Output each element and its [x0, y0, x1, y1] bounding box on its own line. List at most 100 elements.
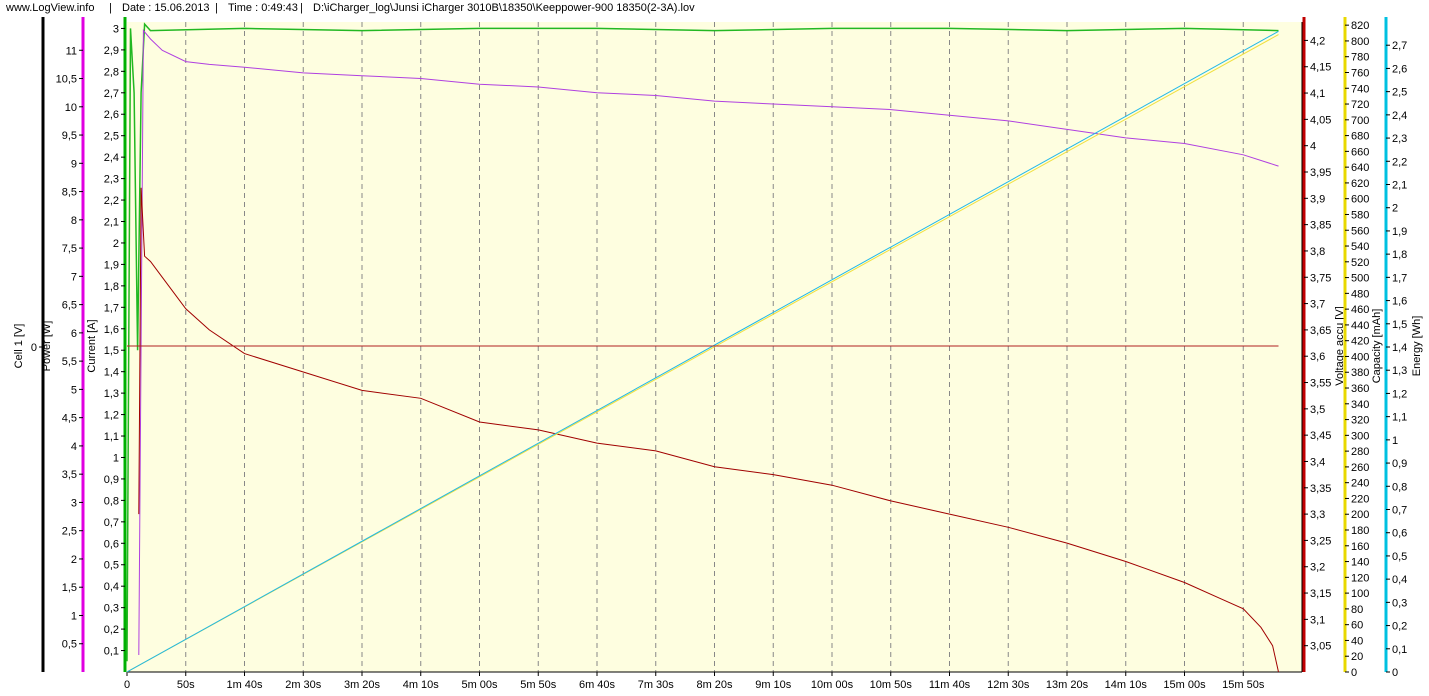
current-tick-label: 1,4 [104, 367, 119, 379]
current-tick-label: 1,3 [104, 388, 119, 400]
capacity-tick-label: 300 [1351, 430, 1369, 442]
voltage-tick-label: 3,95 [1310, 167, 1331, 179]
current-tick-label: 1,2 [104, 410, 119, 422]
voltage-tick-label: 3,5 [1310, 404, 1325, 416]
energy-tick-label: 1,8 [1392, 249, 1407, 261]
x-tick-label: 4m 10s [403, 679, 440, 691]
capacity-tick-label: 660 [1351, 146, 1369, 158]
voltage-tick-label: 3,7 [1310, 299, 1325, 311]
energy-tick-label: 0,4 [1392, 574, 1407, 586]
x-tick-label: 9m 10s [755, 679, 792, 691]
energy-tick-label: 1 [1392, 435, 1398, 447]
voltage-tick-label: 3,1 [1310, 614, 1325, 626]
capacity-tick-label: 720 [1351, 99, 1369, 111]
capacity-tick-label: 620 [1351, 178, 1369, 190]
energy-axis-label: Energy [Wh] [1411, 316, 1423, 377]
voltage-tick-label: 4 [1310, 141, 1316, 153]
capacity-tick-label: 560 [1351, 225, 1369, 237]
current-tick-label: 2,2 [104, 195, 119, 207]
energy-tick-label: 0,1 [1392, 644, 1407, 656]
cell-tick-label: 0 [31, 342, 37, 354]
capacity-tick-label: 120 [1351, 572, 1369, 584]
capacity-tick-label: 820 [1351, 20, 1369, 32]
energy-tick-label: 0,2 [1392, 621, 1407, 633]
energy-tick-label: 2,2 [1392, 156, 1407, 168]
voltage-tick-label: 3,45 [1310, 430, 1331, 442]
power-tick-label: 4 [71, 441, 77, 453]
capacity-tick-label: 460 [1351, 304, 1369, 316]
power-tick-label: 11 [66, 45, 77, 57]
capacity-tick-label: 60 [1351, 620, 1363, 632]
power-tick-label: 8 [71, 215, 77, 227]
capacity-axis-label: Capacity [mAh] [1371, 309, 1383, 384]
voltage-tick-label: 3,65 [1310, 325, 1331, 337]
x-tick-label: 0 [124, 679, 130, 691]
energy-tick-label: 1,2 [1392, 388, 1407, 400]
power-tick-label: 6,5 [62, 300, 77, 312]
x-tick-label: 12m 30s [987, 679, 1030, 691]
power-tick-label: 10 [65, 102, 77, 114]
voltage-tick-label: 4,15 [1310, 62, 1331, 74]
energy-tick-label: 2 [1392, 203, 1398, 215]
current-tick-label: 1,9 [104, 259, 119, 271]
capacity-tick-label: 240 [1351, 478, 1369, 490]
power-tick-label: 0,5 [62, 639, 77, 651]
energy-tick-label: 2,5 [1392, 87, 1407, 99]
power-tick-label: 9,5 [62, 130, 77, 142]
capacity-tick-label: 760 [1351, 67, 1369, 79]
current-tick-label: 2,1 [104, 217, 119, 229]
capacity-tick-label: 100 [1351, 588, 1369, 600]
capacity-tick-label: 160 [1351, 541, 1369, 553]
power-tick-label: 9 [71, 158, 77, 170]
current-tick-label: 2,3 [104, 174, 119, 186]
capacity-tick-label: 580 [1351, 209, 1369, 221]
power-tick-label: 2 [71, 554, 77, 566]
power-tick-label: 4,5 [62, 413, 77, 425]
current-tick-label: 1 [113, 452, 119, 464]
current-tick-label: 2,4 [104, 152, 119, 164]
capacity-tick-label: 360 [1351, 383, 1369, 395]
x-tick-label: 11m 40s [929, 679, 971, 691]
capacity-tick-label: 220 [1351, 493, 1369, 505]
x-tick-label: 10m 50s [870, 679, 913, 691]
capacity-tick-label: 380 [1351, 367, 1369, 379]
capacity-tick-label: 260 [1351, 462, 1369, 474]
x-tick-label: 13m 20s [1046, 679, 1089, 691]
energy-tick-label: 2,3 [1392, 133, 1407, 145]
current-tick-label: 0,1 [104, 646, 119, 658]
voltage-tick-label: 3,15 [1310, 588, 1331, 600]
capacity-tick-label: 780 [1351, 52, 1369, 64]
voltage-tick-label: 3,75 [1310, 272, 1331, 284]
power-tick-label: 1 [71, 610, 77, 622]
voltage-tick-label: 3,2 [1310, 562, 1325, 574]
x-tick-label: 5m 00s [461, 679, 498, 691]
capacity-tick-label: 80 [1351, 604, 1363, 616]
power-tick-label: 6 [71, 328, 77, 340]
voltage-tick-label: 3,05 [1310, 641, 1331, 653]
x-tick-label: 1m 40s [226, 679, 263, 691]
chart[interactable]: 0 50s 1m 40s 2m 30s 3m 20s 4m 10s 5m 00s 5m 50s… [0, 0, 1429, 696]
capacity-tick-label: 20 [1351, 651, 1363, 663]
current-tick-label: 3 [113, 23, 119, 35]
x-tick-label: 10m 00s [811, 679, 854, 691]
voltage-tick-label: 3,3 [1310, 509, 1325, 521]
energy-tick-label: 1,5 [1392, 319, 1407, 331]
capacity-tick-label: 340 [1351, 399, 1369, 411]
energy-tick-label: 2,7 [1392, 40, 1407, 52]
x-tick-label: 8m 20s [696, 679, 733, 691]
x-tick-label: 14m 10s [1105, 679, 1148, 691]
energy-tick-label: 2,4 [1392, 110, 1407, 122]
voltage-tick-label: 4,2 [1310, 35, 1325, 47]
voltage-tick-label: 3,85 [1310, 220, 1331, 232]
current-tick-label: 2,8 [104, 66, 119, 78]
capacity-tick-label: 320 [1351, 415, 1369, 427]
power-tick-label: 3,5 [62, 469, 77, 481]
capacity-tick-label: 640 [1351, 162, 1369, 174]
power-tick-label: 8,5 [62, 187, 77, 199]
energy-tick-label: 0,7 [1392, 505, 1407, 517]
capacity-tick-label: 0 [1351, 667, 1357, 679]
x-tick-label: 7m 30s [638, 679, 675, 691]
current-tick-label: 2,7 [104, 88, 119, 100]
capacity-tick-label: 800 [1351, 36, 1369, 48]
capacity-tick-label: 420 [1351, 336, 1369, 348]
